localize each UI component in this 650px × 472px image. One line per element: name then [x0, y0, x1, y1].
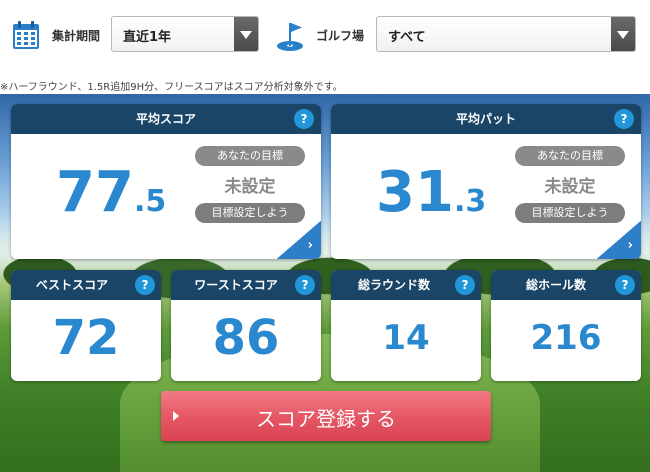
total-rounds-card: 総ラウンド数 ? 14 [331, 270, 481, 381]
help-icon[interactable]: ? [295, 275, 315, 295]
average-score-card[interactable]: 平均スコア ? 77.5 あなたの目標 未設定 目標設定しよう › [11, 104, 321, 259]
chevron-down-icon [611, 17, 635, 51]
detail-corner-button[interactable]: › [277, 221, 321, 259]
average-score-int: 77 [56, 160, 134, 225]
average-putt-card[interactable]: 平均パット ? 31.3 あなたの目標 未設定 目標設定しよう › [331, 104, 641, 259]
register-score-button[interactable]: スコア登録する [161, 391, 491, 441]
total-holes-title-text: 総ホール数 [525, 278, 586, 292]
help-icon[interactable]: ? [455, 275, 475, 295]
total-rounds-value: 14 [382, 318, 430, 358]
analysis-note: ※ハーフラウンド、1.5R追加9H分、フリースコアはスコア分析対象外です。 [0, 82, 343, 93]
total-holes-value: 216 [530, 318, 602, 358]
average-putt-value: 31.3 [376, 160, 486, 225]
average-putt-title: 平均パット ? [331, 104, 641, 134]
total-rounds-title-text: 総ラウンド数 [357, 278, 430, 292]
calendar-icon [13, 21, 39, 49]
chevron-right-icon: › [627, 238, 633, 253]
average-putt-int: 31 [376, 160, 454, 225]
golf-flag-icon [277, 23, 303, 51]
goal-label: あなたの目標 [515, 146, 625, 166]
detail-corner-button[interactable]: › [597, 221, 641, 259]
average-putt-title-text: 平均パット [455, 112, 516, 126]
course-label: ゴルフ場 [316, 29, 365, 43]
chevron-down-icon [234, 17, 258, 51]
best-score-value: 72 [52, 310, 120, 366]
average-score-title-text: 平均スコア [135, 112, 196, 126]
chevron-right-icon: › [307, 238, 313, 253]
total-holes-title: 総ホール数 ? [491, 270, 641, 300]
total-holes-card: 総ホール数 ? 216 [491, 270, 641, 381]
best-score-title: ベストスコア ? [11, 270, 161, 300]
average-putt-dec: .3 [453, 184, 487, 219]
best-score-card: ベストスコア ? 72 [11, 270, 161, 381]
help-icon[interactable]: ? [614, 109, 634, 129]
help-icon[interactable]: ? [615, 275, 635, 295]
period-label: 集計期間 [52, 29, 101, 43]
filter-bar: 集計期間 直近1年 ゴルフ場 すべて [0, 0, 650, 72]
period-select-value: 直近1年 [123, 30, 172, 45]
worst-score-title-text: ワーストスコア [194, 278, 278, 292]
set-goal-button[interactable]: 目標設定しよう [515, 203, 625, 223]
average-score-value: 77.5 [56, 160, 166, 225]
worst-score-value: 86 [212, 310, 280, 366]
goal-value: 未設定 [544, 177, 596, 197]
course-select-value: すべて [388, 30, 426, 45]
period-select[interactable]: 直近1年 [111, 16, 259, 52]
average-score-dec: .5 [133, 184, 167, 219]
total-rounds-title: 総ラウンド数 ? [331, 270, 481, 300]
goal-value: 未設定 [224, 177, 276, 197]
course-select[interactable]: すべて [376, 16, 636, 52]
help-icon[interactable]: ? [135, 275, 155, 295]
set-goal-button[interactable]: 目標設定しよう [195, 203, 305, 223]
goal-label: あなたの目標 [195, 146, 305, 166]
average-score-title: 平均スコア ? [11, 104, 321, 134]
help-icon[interactable]: ? [294, 109, 314, 129]
worst-score-card: ワーストスコア ? 86 [171, 270, 321, 381]
register-score-label: スコア登録する [256, 407, 396, 431]
worst-score-title: ワーストスコア ? [171, 270, 321, 300]
best-score-title-text: ベストスコア [35, 278, 109, 292]
